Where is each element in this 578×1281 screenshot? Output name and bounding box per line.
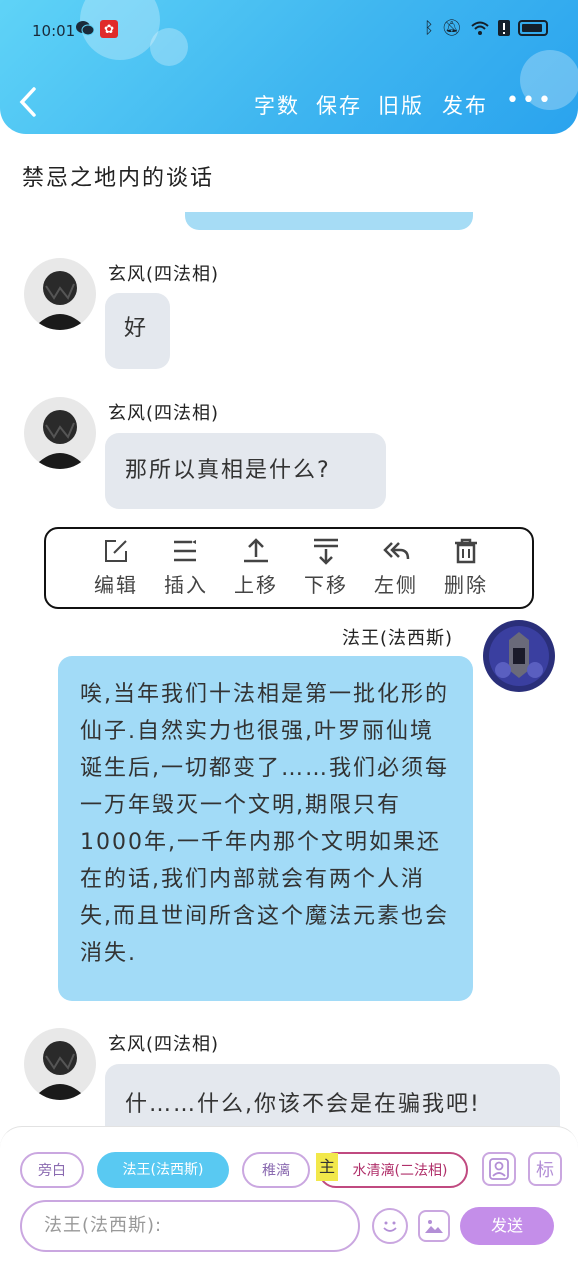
- old-version-button[interactable]: 旧版: [378, 90, 424, 120]
- status-icons: ᛒ 🔕︎: [424, 18, 548, 37]
- speaker-name: 法王(法西斯): [342, 628, 454, 649]
- battery-icon: [518, 19, 548, 36]
- status-time: 10:01: [32, 22, 76, 40]
- smiley-icon: [383, 1221, 397, 1232]
- bluetooth-icon: ᛒ: [424, 18, 434, 37]
- profile-card-button[interactable]: [482, 1152, 516, 1186]
- speaker-name: 玄风(四法相): [108, 264, 220, 285]
- main-role-marker: 主: [316, 1153, 338, 1181]
- speaker-name: 玄风(四法相): [108, 403, 220, 424]
- role-chip-selected[interactable]: 法王(法西斯): [97, 1152, 229, 1188]
- wifi-icon: [471, 21, 489, 35]
- message-bubble-partial: [185, 212, 473, 230]
- message-input[interactable]: 法王(法西斯):: [20, 1200, 360, 1252]
- image-icon: [425, 1220, 443, 1233]
- move-up-icon: [244, 538, 268, 563]
- person-card-icon: [489, 1158, 509, 1180]
- insert-icon: [174, 540, 196, 562]
- emoji-button[interactable]: [372, 1208, 408, 1244]
- avatar[interactable]: [24, 258, 96, 330]
- publish-button[interactable]: 发布: [442, 90, 488, 120]
- page-title: 禁忌之地内的谈话: [22, 166, 215, 191]
- header-decoration: [150, 28, 188, 66]
- mute-icon: 🔕︎: [441, 18, 462, 37]
- back-button[interactable]: [18, 86, 38, 124]
- move-down-action[interactable]: 下移: [296, 535, 356, 598]
- avatar[interactable]: [483, 620, 555, 692]
- role-chip-label: 水清漓(二法相): [352, 1163, 448, 1179]
- avatar[interactable]: [24, 1028, 96, 1100]
- move-down-icon: [314, 538, 338, 565]
- role-chip-narrator[interactable]: 旁白: [20, 1152, 84, 1188]
- message-bubble[interactable]: 好: [105, 293, 170, 369]
- more-button[interactable]: •••: [506, 88, 554, 113]
- message-action-menu: 编辑 插入 上移 下移 左侧 删除: [44, 527, 534, 609]
- edit-icon: [105, 540, 127, 562]
- chevron-left-icon: [19, 87, 36, 117]
- save-button[interactable]: 保存: [316, 90, 362, 120]
- image-button[interactable]: [418, 1210, 450, 1242]
- trash-icon: [455, 538, 477, 564]
- left-side-action[interactable]: 左侧: [366, 535, 426, 598]
- sim-alert-icon: [498, 19, 510, 36]
- role-chip[interactable]: 水清漓(二法相): [318, 1152, 468, 1188]
- move-up-action[interactable]: 上移: [226, 535, 286, 598]
- app-notification-icon: ✿: [100, 20, 118, 38]
- message-bubble[interactable]: 唉,当年我们十法相是第一批化形的仙子.自然实力也很强,叶罗丽仙境诞生后,一切都变…: [58, 656, 473, 1001]
- avatar[interactable]: [24, 397, 96, 469]
- insert-action[interactable]: 插入: [156, 535, 216, 598]
- role-chip[interactable]: 稚漓: [242, 1152, 310, 1188]
- word-count-button[interactable]: 字数: [254, 90, 300, 120]
- delete-action[interactable]: 删除: [436, 535, 496, 598]
- tag-label: 标: [536, 1160, 554, 1181]
- message-bubble[interactable]: 那所以真相是什么?: [105, 433, 386, 509]
- reply-left-icon: [383, 542, 410, 560]
- tag-button[interactable]: 标: [528, 1152, 562, 1186]
- send-button[interactable]: 发送: [460, 1207, 554, 1245]
- edit-action[interactable]: 编辑: [86, 535, 146, 598]
- wechat-icon: [76, 21, 94, 36]
- speaker-name: 玄风(四法相): [108, 1034, 220, 1055]
